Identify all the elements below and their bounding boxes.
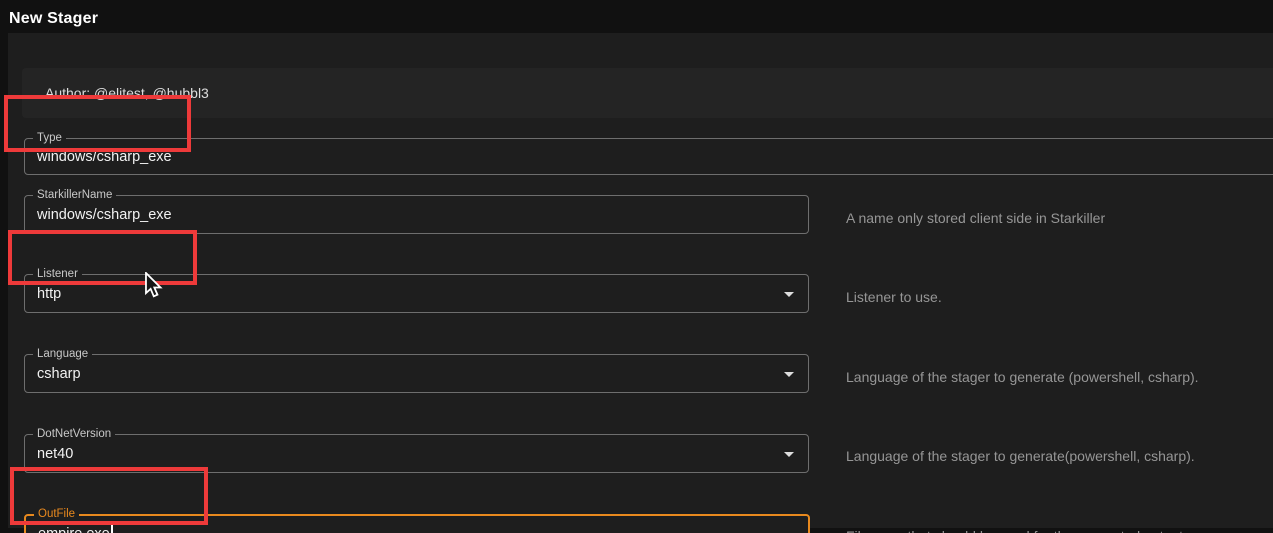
field-type-label: Type [33,131,66,146]
field-listener-dropdown[interactable]: Listener http [24,274,809,313]
page-title: New Stager [9,10,98,28]
author-text: Author: @elitest, @hubbl3 [45,85,209,101]
field-listener-label: Listener [33,267,82,282]
mouse-cursor-icon [144,272,163,303]
field-language-dropdown[interactable]: Language csharp [24,354,809,393]
field-dotnetversion-label: DotNetVersion [33,427,115,442]
field-outfile[interactable]: OutFile empire.exe [24,514,810,533]
help-dotnetversion: Language of the stager to generate(power… [846,448,1195,464]
field-language-value: csharp [37,366,81,382]
text-cursor [111,524,113,533]
chevron-down-icon[interactable] [784,372,794,377]
help-outfile: Filename that should be used for the gen… [846,528,1187,533]
field-type-value: windows/csharp_exe [37,149,172,165]
new-stager-dialog: New Stager Author: @elitest, @hubbl3 Typ… [0,0,1273,533]
field-outfile-text: empire.exe [38,526,110,533]
author-card: Author: @elitest, @hubbl3 [22,68,1273,118]
field-language-label: Language [33,347,92,362]
help-language: Language of the stager to generate (powe… [846,369,1199,385]
chevron-down-icon[interactable] [784,292,794,297]
field-dotnetversion-value: net40 [37,446,73,462]
field-starkillername[interactable]: StarkillerName windows/csharp_exe [24,195,809,234]
field-outfile-label: OutFile [34,507,79,522]
field-starkillername-value: windows/csharp_exe [37,207,172,223]
field-dotnetversion-dropdown[interactable]: DotNetVersion net40 [24,434,809,473]
field-outfile-value: empire.exe [38,524,113,533]
chevron-down-icon[interactable] [784,452,794,457]
help-listener: Listener to use. [846,289,942,305]
field-type[interactable]: Type windows/csharp_exe [24,138,1273,175]
form-panel: Author: @elitest, @hubbl3 Type windows/c… [8,33,1273,528]
help-starkillername: A name only stored client side in Starki… [846,210,1105,226]
field-starkillername-label: StarkillerName [33,188,116,203]
field-listener-value: http [37,286,61,302]
